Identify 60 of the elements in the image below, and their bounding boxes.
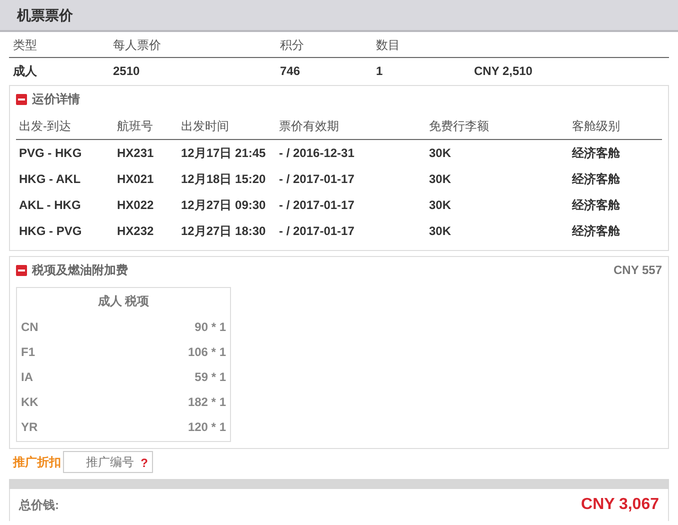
column-header: 出发-到达 [19,118,72,134]
column-header: 航班号 [117,118,154,134]
tax-code: CN [21,318,38,336]
table-cell-text: - / 2016-12-31 [279,145,356,162]
total-label: 总价钱: [19,497,59,514]
column-header: 数目 [376,36,401,54]
help-link[interactable]: ? [140,454,148,472]
table-cell-text: AKL - HKG [19,197,82,214]
tax-amount: 182 * 1 [188,394,226,410]
tax-amount: 59 * 1 [194,368,226,386]
table-cell-text: 30K [429,171,452,188]
tax-code: YR [21,418,38,436]
table-cell-text: 经济客舱 [572,223,621,240]
page-title: 机票票价 [17,6,73,24]
table-cell-text: CNY 2,510 [474,63,532,80]
tax-code: F1 [21,344,36,360]
column-header: 票价有效期 [279,118,340,134]
table-cell-text: 经济客舱 [572,145,621,162]
table-cell-text: HKG - PVG [19,223,83,240]
tax-table-title: 成人 税项 [98,293,150,310]
tax-total: CNY 557 [614,262,662,279]
table-cell-text: HX021 [117,171,155,188]
column-header: 每人票价 [113,36,162,54]
tax-code: IA [21,368,33,386]
table-cell-text: 30K [429,145,452,162]
table-cell-text: HX022 [117,197,155,214]
column-header: 免费行李额 [429,118,490,134]
collapse-icon[interactable] [16,94,27,104]
column-header: 出发时间 [181,118,230,134]
tax-amount: 120 * 1 [188,418,226,436]
total-amount: CNY 3,067 [581,495,659,515]
table-cell-text: 12月17日 21:45 [181,145,267,162]
table-cell-text: PVG - HKG [19,145,83,162]
section-title: 税项及燃油附加费 [32,262,129,279]
section-title: 运价详情 [32,91,80,108]
column-header: 积分 [280,36,305,54]
tax-amount: 90 * 1 [194,318,226,336]
promo-label: 推广折扣 [13,454,61,471]
table-cell-text: HX232 [117,223,155,240]
table-cell-text: HKG - AKL [19,171,82,188]
tax-amount: 106 * 1 [188,344,226,360]
table-cell-text: 成人 [13,63,38,80]
column-header: 类型 [13,36,38,54]
collapse-icon[interactable] [16,264,27,276]
table-cell-text: - / 2017-01-17 [279,223,356,240]
table-cell-text: 经济客舱 [572,197,621,214]
table-cell-text: 30K [429,197,452,214]
table-cell-text: 12月18日 15:20 [181,171,267,188]
tax-code: KK [21,394,38,410]
table-cell-text: 2510 [113,63,141,80]
table-cell-text: 1 [376,63,384,80]
table-cell-text: - / 2017-01-17 [279,171,356,188]
table-cell-text: 经济客舱 [572,171,621,188]
table-cell-text: HX231 [117,145,155,162]
table-cell-text: - / 2017-01-17 [279,197,356,214]
table-cell-text: 746 [280,63,302,80]
table-cell-text: 12月27日 18:30 [181,223,267,240]
table-cell-text: 12月27日 09:30 [181,197,267,214]
table-cell-text: 30K [429,223,452,240]
column-header: 客舱级别 [572,118,621,134]
